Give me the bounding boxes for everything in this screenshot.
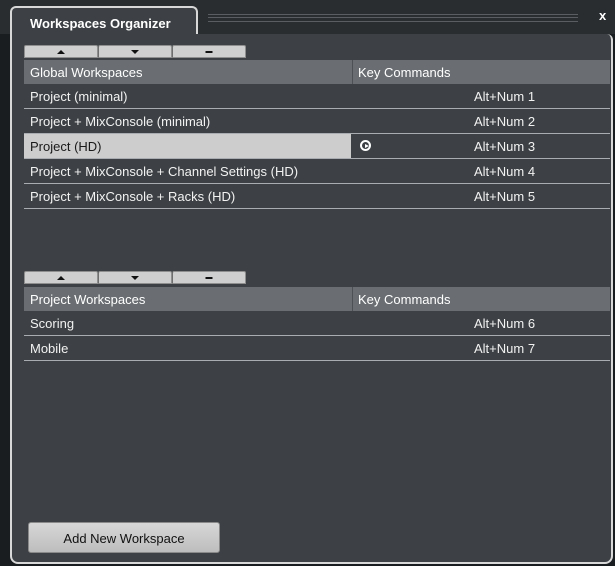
- global-row[interactable]: Project + MixConsole + Channel Settings …: [24, 159, 610, 184]
- global-list-header: Global Workspaces Key Commands: [24, 60, 610, 84]
- global-move-down-button[interactable]: [98, 45, 172, 58]
- global-row[interactable]: Project (minimal) Alt+Num 1: [24, 84, 610, 109]
- workspace-name: Project + MixConsole + Channel Settings …: [30, 164, 299, 179]
- window-title: Workspaces Organizer: [30, 16, 171, 31]
- key-command: Alt+Num 6: [474, 316, 536, 331]
- organizer-panel: Global Workspaces Key Commands Project (…: [10, 34, 613, 564]
- workspace-name: Project (HD): [30, 139, 102, 154]
- workspace-name: Mobile: [30, 341, 69, 356]
- close-button[interactable]: x: [599, 8, 606, 23]
- key-command: Alt+Num 1: [474, 89, 536, 104]
- key-command: Alt+Num 5: [474, 189, 536, 204]
- key-command: Alt+Num 2: [474, 114, 536, 129]
- workspace-name: Project (minimal): [30, 89, 128, 104]
- project-list-header: Project Workspaces Key Commands: [24, 287, 610, 311]
- global-move-up-button[interactable]: [24, 45, 98, 58]
- remove-icon: [205, 276, 213, 279]
- project-header-keys: Key Commands: [358, 292, 451, 307]
- move-down-icon: [131, 49, 139, 54]
- project-move-down-button[interactable]: [98, 271, 172, 284]
- global-row[interactable]: Project + MixConsole + Racks (HD) Alt+Nu…: [24, 184, 610, 209]
- key-command: Alt+Num 7: [474, 341, 536, 356]
- active-workspace-icon: [360, 140, 371, 151]
- project-move-up-button[interactable]: [24, 271, 98, 284]
- move-down-icon: [131, 275, 139, 280]
- workspace-name: Scoring: [30, 316, 75, 331]
- project-row[interactable]: Scoring Alt+Num 6: [24, 311, 610, 336]
- move-up-icon: [57, 49, 65, 54]
- column-divider[interactable]: [352, 60, 353, 84]
- project-workspaces-list: Project Workspaces Key Commands Scoring …: [24, 287, 610, 361]
- tab-workspaces-organizer[interactable]: Workspaces Organizer: [10, 6, 198, 36]
- add-new-workspace-button[interactable]: Add New Workspace: [28, 522, 220, 553]
- workspace-name: Project + MixConsole (minimal): [30, 114, 211, 129]
- key-command: Alt+Num 3: [474, 139, 536, 154]
- move-up-icon: [57, 275, 65, 280]
- drag-grip[interactable]: [208, 14, 578, 22]
- global-toolbar: [24, 45, 246, 58]
- global-row-selected[interactable]: Project (HD) Alt+Num 3: [24, 134, 610, 159]
- column-divider[interactable]: [352, 287, 353, 311]
- global-row[interactable]: Project + MixConsole (minimal) Alt+Num 2: [24, 109, 610, 134]
- workspace-name: Project + MixConsole + Racks (HD): [30, 189, 236, 204]
- global-remove-button[interactable]: [172, 45, 246, 58]
- project-toolbar: [24, 271, 246, 284]
- global-header-keys: Key Commands: [358, 65, 451, 80]
- key-command: Alt+Num 4: [474, 164, 536, 179]
- project-header-name: Project Workspaces: [30, 292, 146, 307]
- title-strip: Workspaces Organizer x: [0, 0, 615, 36]
- global-header-name: Global Workspaces: [30, 65, 143, 80]
- project-row[interactable]: Mobile Alt+Num 7: [24, 336, 610, 361]
- remove-icon: [205, 50, 213, 53]
- project-remove-button[interactable]: [172, 271, 246, 284]
- global-workspaces-list: Global Workspaces Key Commands Project (…: [24, 60, 610, 209]
